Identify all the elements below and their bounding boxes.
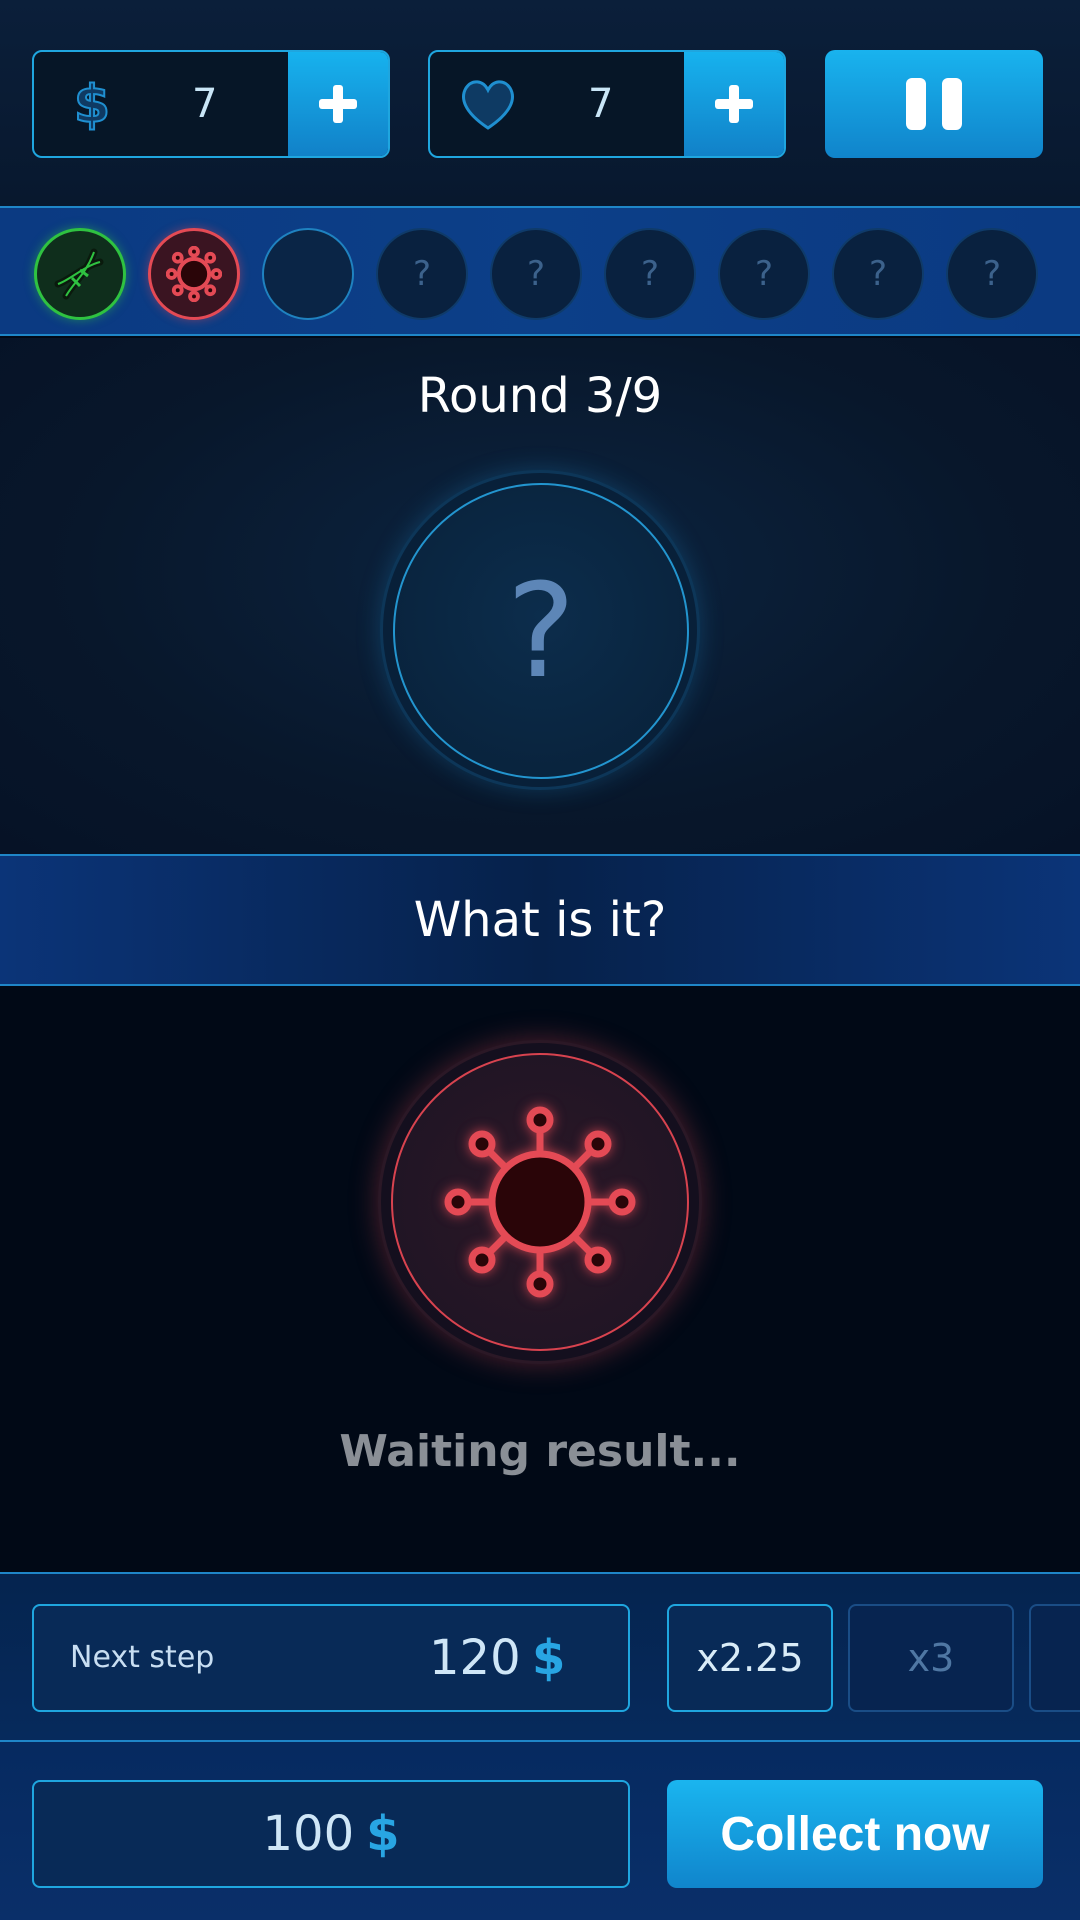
coins-counter: $ 7 <box>32 50 390 158</box>
current-winnings: 100 $ <box>32 1780 630 1888</box>
virus-icon <box>444 1106 636 1298</box>
next-step-box: Next step 120 $ <box>32 1604 630 1712</box>
lives-counter: 7 <box>428 50 786 158</box>
add-lives-button[interactable] <box>684 52 784 156</box>
dollar-icon: $ <box>60 72 124 136</box>
next-step-label: Next step <box>70 1640 215 1675</box>
result-area: Waiting result... <box>0 986 1080 1572</box>
dollar-icon: $ <box>532 1630 566 1686</box>
bottom-bar: 100 $ Collect now <box>0 1742 1080 1920</box>
step-locked: ? <box>718 228 810 320</box>
pause-button[interactable] <box>825 50 1043 158</box>
virus-choice[interactable] <box>378 1040 702 1364</box>
multiplier-option[interactable] <box>1029 1604 1080 1712</box>
heart-icon <box>456 72 520 136</box>
dna-icon <box>54 248 104 300</box>
svg-text:$: $ <box>74 75 110 135</box>
multiplier-row: Next step 120 $ x2.25 x3 <box>0 1572 1080 1742</box>
step-won <box>34 228 126 320</box>
step-current <box>262 228 354 320</box>
result-status: Waiting result... <box>339 1426 741 1477</box>
round-title: Round 3/9 <box>417 368 663 424</box>
step-locked: ? <box>376 228 468 320</box>
winnings-amount: 100 <box>262 1806 355 1862</box>
collect-now-button[interactable]: Collect now <box>667 1780 1043 1888</box>
round-area: Round 3/9 ? <box>0 338 1080 854</box>
round-progress: ? ? ? ? ? ? <box>0 206 1080 336</box>
next-step-amount: 120 <box>429 1630 521 1686</box>
step-lost <box>148 228 240 320</box>
plus-icon <box>715 85 753 123</box>
plus-icon <box>319 85 357 123</box>
mystery-item: ? <box>380 470 700 790</box>
top-bar: $ 7 7 <box>0 0 1080 206</box>
step-locked: ? <box>946 228 1038 320</box>
step-locked: ? <box>604 228 696 320</box>
multiplier-option[interactable]: x2.25 <box>667 1604 833 1712</box>
virus-icon <box>166 246 222 302</box>
dollar-icon: $ <box>366 1806 400 1862</box>
step-locked: ? <box>490 228 582 320</box>
step-locked: ? <box>832 228 924 320</box>
pause-icon <box>906 78 962 130</box>
question-mark: ? <box>393 483 689 779</box>
question-prompt: What is it? <box>0 854 1080 986</box>
add-coins-button[interactable] <box>288 52 388 156</box>
multiplier-option[interactable]: x3 <box>848 1604 1014 1712</box>
